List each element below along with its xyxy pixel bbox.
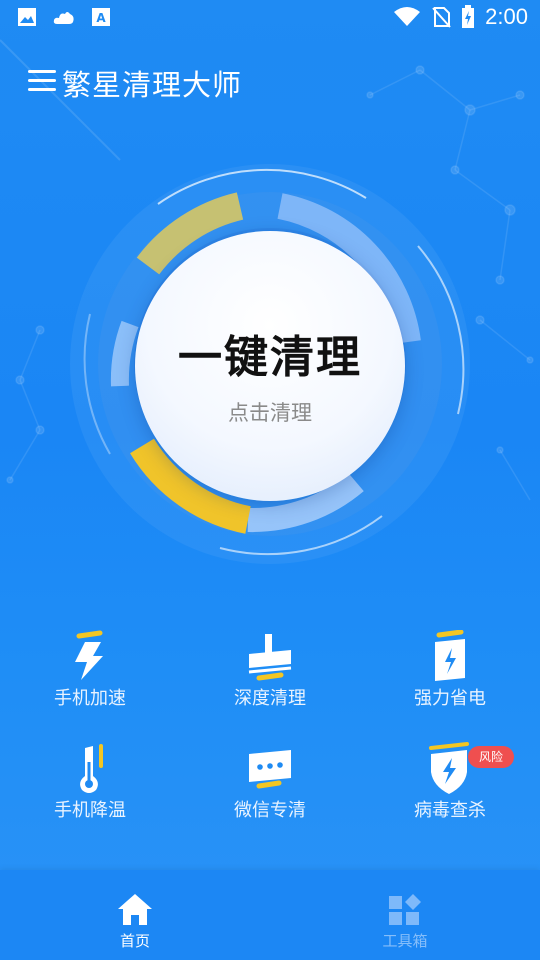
hamburger-menu-icon[interactable] [28, 68, 56, 92]
feature-phone-speedup[interactable]: 手机加速 [0, 620, 180, 720]
feature-virus-scan[interactable]: 病毒查杀 [360, 732, 540, 832]
tab-home-label: 首页 [119, 932, 150, 950]
feature-phone-cooling[interactable]: 手机降温 [0, 732, 180, 832]
risk-badge: 风险 [468, 746, 514, 768]
lightning-icon [75, 630, 103, 680]
battery-icon [435, 630, 465, 681]
app-header: 繁星清理大师 [0, 58, 540, 106]
status-bar: A 2:00 [0, 0, 540, 36]
feature-label: 深度清理 [234, 688, 306, 709]
status-time: 2:00 [485, 4, 528, 29]
translate-icon: A [92, 8, 110, 26]
feature-label: 手机降温 [54, 800, 126, 821]
feature-label: 强力省电 [414, 688, 486, 709]
tab-toolbox-label: 工具箱 [382, 932, 428, 950]
app-title: 繁星清理大师 [62, 68, 243, 102]
cloud-icon [53, 12, 74, 24]
chat-icon [249, 750, 291, 789]
broom-icon [248, 634, 292, 681]
thermometer-icon [80, 744, 103, 793]
toolbox-icon [389, 894, 421, 925]
feature-wechat-clean[interactable]: 微信专清 [180, 732, 360, 832]
tab-home[interactable]: 首页 [0, 870, 270, 960]
svg-text:A: A [96, 11, 106, 25]
battery-charging-icon [462, 5, 475, 28]
home-icon [118, 894, 152, 925]
one-click-clean-button[interactable]: 一键清理 点击清理 [135, 231, 405, 501]
feature-label: 病毒查杀 [414, 800, 486, 821]
feature-deep-clean[interactable]: 深度清理 [180, 620, 360, 720]
wifi-icon [394, 7, 421, 26]
no-sim-icon [432, 7, 451, 28]
tab-toolbox[interactable]: 工具箱 [270, 870, 540, 960]
shield-icon [429, 742, 469, 794]
feature-power-saving[interactable]: 强力省电 [360, 620, 540, 720]
image-icon [18, 8, 36, 26]
clean-main-label: 一键清理 [178, 332, 362, 383]
feature-label: 手机加速 [54, 688, 126, 709]
feature-label: 微信专清 [234, 800, 306, 821]
one-click-clean-dial: 一键清理 点击清理 [70, 164, 470, 564]
clean-sub-label: 点击清理 [228, 401, 312, 425]
bottom-nav: 首页 工具箱 [0, 870, 540, 960]
